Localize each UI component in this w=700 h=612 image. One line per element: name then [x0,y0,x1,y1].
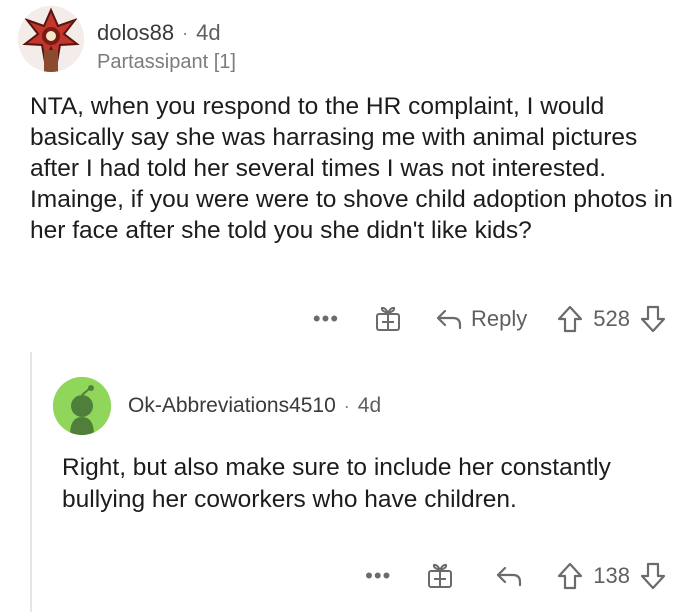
downvote-button[interactable] [640,562,666,590]
comment-actions: ••• Reply 528 [313,304,666,334]
comment-meta: dolos88 · 4d Partassipant [1] [97,20,236,74]
upvote-arrow-icon [558,562,583,590]
downvote-arrow-icon [640,305,666,333]
thread-line[interactable] [30,352,32,612]
reply-arrow-icon [497,566,522,587]
reply-body: Right, but also make sure to include her… [62,454,611,513]
user-avatar[interactable] [18,6,84,72]
meta-separator: · [343,396,350,416]
gift-award-icon[interactable] [425,561,455,591]
comment-body: NTA, when you respond to the HR complain… [30,93,673,244]
reply-meta: Ok-Abbreviations4510 · 4d [128,393,381,419]
reply-button[interactable] [495,564,523,588]
reply-button[interactable]: Reply [435,306,557,332]
comment-time: 4d [196,20,221,45]
gift-award-icon[interactable] [373,304,403,334]
upvote-arrow-icon [558,305,583,333]
downvote-arrow-icon [640,562,666,590]
reply-time: 4d [357,394,382,417]
reply-author-name[interactable]: Ok-Abbreviations4510 [128,393,336,419]
reply-actions: ••• 138 [365,561,666,591]
author-name[interactable]: dolos88 [97,20,174,46]
more-options-button[interactable]: ••• [365,565,391,587]
user-flair: Partassipant [1] [97,51,236,73]
more-options-button[interactable]: ••• [313,308,339,330]
upvote-button[interactable] [557,562,583,590]
vote-score: 138 [593,563,630,588]
demogorgon-avatar-icon [18,6,84,72]
downvote-button[interactable] [640,305,666,333]
reddit-snoo-avatar-icon [53,377,111,435]
meta-separator: · [182,23,189,43]
reply-user-avatar[interactable] [53,377,111,435]
reply-arrow-icon [436,309,462,330]
vote-score: 528 [593,306,630,331]
upvote-button[interactable] [557,305,583,333]
reply-label: Reply [471,306,528,331]
